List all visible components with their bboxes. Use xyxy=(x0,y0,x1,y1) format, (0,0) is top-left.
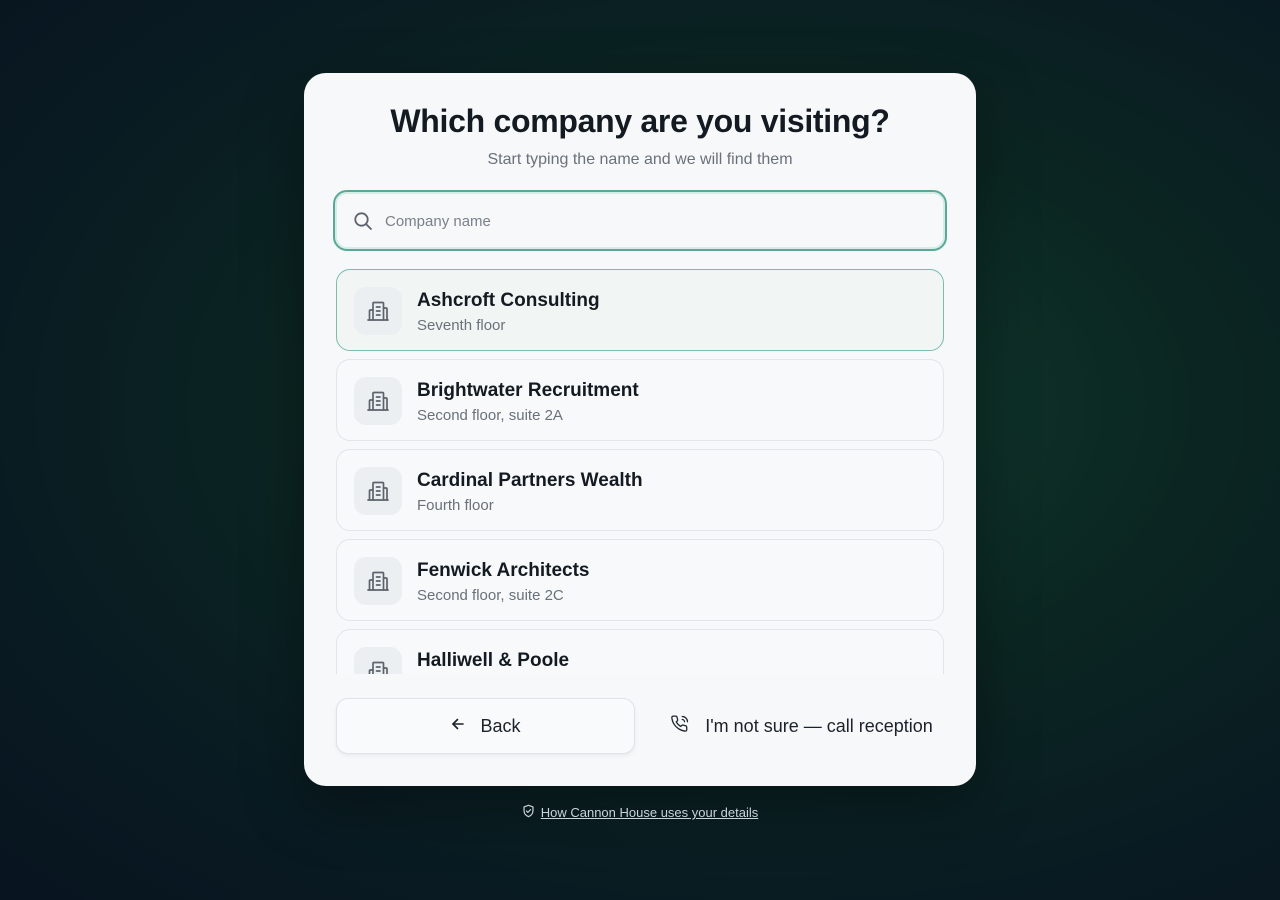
page-subtitle: Start typing the name and we will find t… xyxy=(487,151,793,168)
page-title: Which company are you visiting? xyxy=(390,103,890,139)
company-location: Second floor, suite 2C xyxy=(417,587,564,604)
company-list-item[interactable]: Fenwick Architects Second floor, suite 2… xyxy=(336,539,944,621)
company-location: Second floor, suite 2A xyxy=(417,407,563,424)
company-search-input[interactable] xyxy=(385,202,925,240)
shield-check-icon xyxy=(522,804,535,821)
company-list-item[interactable]: Brightwater Recruitment Second floor, su… xyxy=(336,359,944,441)
company-list[interactable]: Ashcroft Consulting Seventh floor Bright… xyxy=(336,269,944,674)
company-name: Fenwick Architects xyxy=(417,560,590,581)
company-list-item[interactable]: Ashcroft Consulting Seventh floor xyxy=(336,269,944,351)
company-name: Cardinal Partners Wealth xyxy=(417,470,643,491)
building-icon xyxy=(354,377,402,425)
building-icon xyxy=(354,557,402,605)
privacy-link[interactable]: How Cannon House uses your details xyxy=(541,805,759,820)
call-reception-button[interactable]: I'm not sure — call reception xyxy=(660,698,944,754)
company-list-item[interactable]: Halliwell & Poole xyxy=(336,629,944,674)
building-icon xyxy=(354,467,402,515)
call-reception-label: I'm not sure — call reception xyxy=(705,715,933,736)
company-name: Halliwell & Poole xyxy=(417,650,570,671)
building-icon xyxy=(354,287,402,335)
back-button[interactable]: Back xyxy=(336,698,635,754)
company-search-box[interactable] xyxy=(333,190,947,251)
company-name: Ashcroft Consulting xyxy=(417,290,600,311)
phone-call-icon xyxy=(671,714,689,738)
company-location: Fourth floor xyxy=(417,497,494,514)
search-icon xyxy=(353,211,373,231)
back-button-label: Back xyxy=(480,715,521,736)
arrow-left-icon xyxy=(450,716,466,737)
company-list-item[interactable]: Cardinal Partners Wealth Fourth floor xyxy=(336,449,944,531)
company-name: Brightwater Recruitment xyxy=(417,380,639,401)
company-location: Seventh floor xyxy=(417,317,506,334)
building-icon xyxy=(354,647,402,674)
privacy-footer: How Cannon House uses your details xyxy=(0,804,1280,821)
